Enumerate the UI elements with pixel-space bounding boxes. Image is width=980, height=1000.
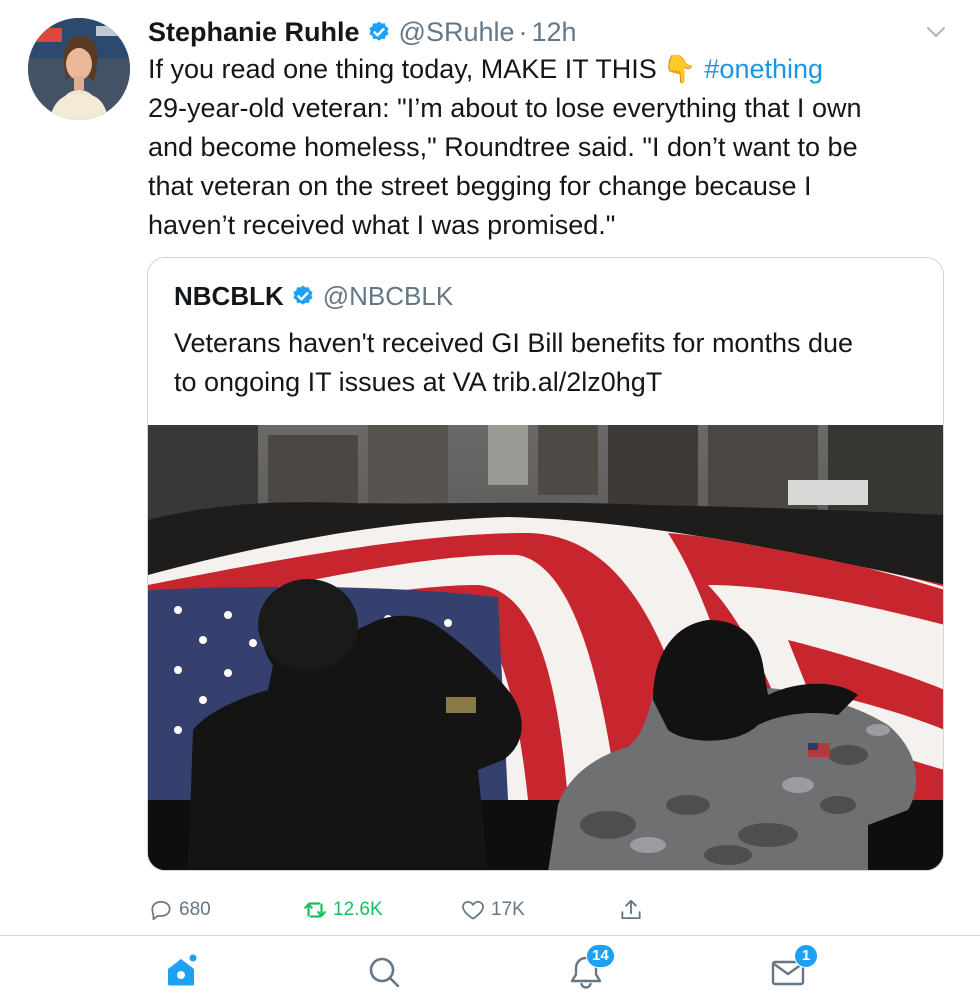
avatar-image <box>28 18 130 120</box>
share-button[interactable] <box>618 890 644 930</box>
quoted-tweet-text: Veterans haven't received GI Bill benefi… <box>174 324 924 402</box>
quoted-tweet-image[interactable] <box>148 425 944 871</box>
tab-home[interactable] <box>161 952 201 992</box>
tweet-header: Stephanie Ruhle @SRuhle · 12h <box>148 12 577 52</box>
tweet-actions: 680 12.6K 17K <box>0 890 980 930</box>
messages-badge: 1 <box>794 944 818 968</box>
quoted-author-display-name: NBCBLK <box>174 280 284 311</box>
tweet-text-line: 29-year-old veteran: "I’m about to lose … <box>148 93 862 123</box>
heart-icon <box>462 901 484 920</box>
verified-badge-icon <box>368 21 389 41</box>
tweet[interactable]: Stephanie Ruhle @SRuhle · 12h If you rea… <box>0 0 980 935</box>
header-separator: · <box>518 16 528 47</box>
reply-icon <box>151 901 171 921</box>
quoted-text-line: Veterans haven't received GI Bill benefi… <box>174 328 854 358</box>
avatar[interactable] <box>28 18 130 120</box>
tweet-text-line: haven’t received what I was promised." <box>148 210 616 240</box>
tweet-text-line: If you read one thing today, MAKE IT THI… <box>148 50 948 89</box>
retweet-icon <box>304 902 326 918</box>
pointing-down-emoji: 👇 <box>662 54 697 84</box>
search-icon <box>369 957 400 988</box>
home-icon <box>168 954 197 986</box>
share-icon <box>621 899 641 920</box>
tab-notifications[interactable]: 14 <box>566 944 615 992</box>
quoted-tweet[interactable]: NBCBLK @NBCBLK Veterans haven't received… <box>147 257 944 871</box>
tab-messages[interactable]: 1 <box>768 944 818 992</box>
tweet-text-line: that veteran on the street begging for c… <box>148 171 812 201</box>
bottom-tab-bar: 14 1 <box>0 935 980 1000</box>
tweet-text-line: and become homeless," Roundtree said. "I… <box>148 132 858 162</box>
hashtag-link[interactable]: #onething <box>704 54 823 84</box>
reply-button[interactable]: 680 <box>148 890 211 930</box>
like-count: 17K <box>491 899 525 920</box>
tweet-text: If you read one thing today, MAKE IT THI… <box>148 50 948 245</box>
tweet-timestamp[interactable]: 12h <box>532 17 577 48</box>
chevron-down-icon[interactable] <box>924 20 948 44</box>
like-button[interactable]: 17K <box>460 890 525 930</box>
quoted-text-line: to ongoing IT issues at VA trib.al/2lz0h… <box>174 367 663 397</box>
verified-badge-icon <box>293 285 313 305</box>
tab-search[interactable] <box>364 952 404 992</box>
author-handle[interactable]: @SRuhle <box>399 17 515 48</box>
quoted-author-handle: @NBCBLK <box>322 280 454 311</box>
quoted-tweet-header: NBCBLK @NBCBLK <box>174 276 453 316</box>
notifications-badge: 14 <box>586 944 615 968</box>
retweet-count: 12.6K <box>333 899 383 920</box>
reply-count: 680 <box>179 899 211 920</box>
retweet-button[interactable]: 12.6K <box>302 890 383 930</box>
author-display-name[interactable]: Stephanie Ruhle <box>148 17 360 48</box>
